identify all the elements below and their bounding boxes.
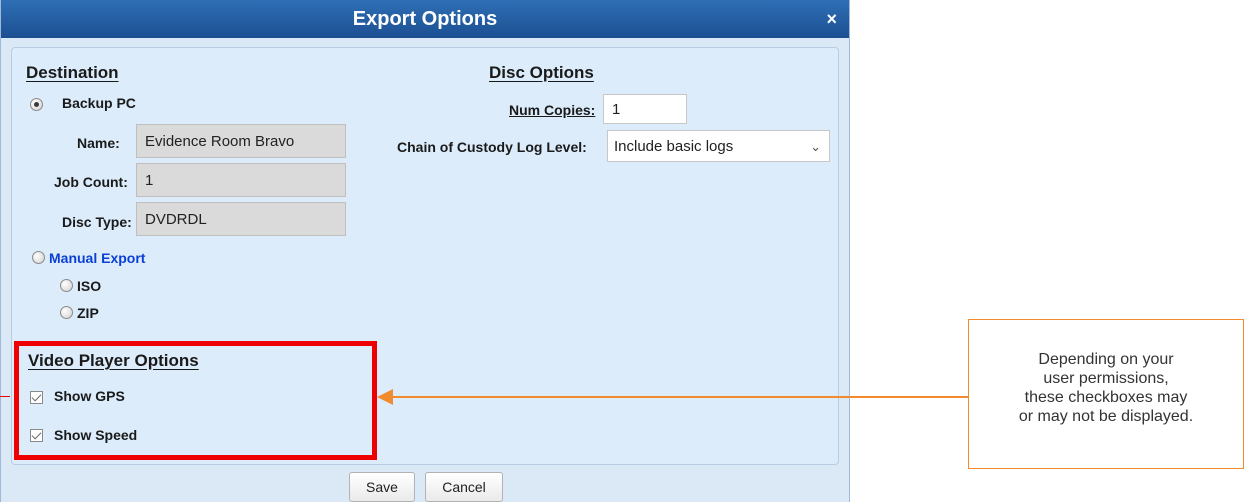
job-count-field: 1 [136,163,346,197]
num-copies-label: Num Copies: [509,102,596,118]
export-options-dialog: Export Options × Destination Backup PC N… [0,0,850,502]
name-field: Evidence Room Bravo [136,124,346,158]
arrow-left-icon [377,389,393,405]
iso-label: ISO [77,278,102,294]
backup-pc-radio[interactable] [30,98,43,111]
job-count-label: Job Count: [54,174,128,190]
chevron-down-icon: ⌄ [810,139,821,154]
callout-line-3: these checkboxes may [1024,389,1188,406]
manual-export-label[interactable]: Manual Export [49,250,145,266]
dialog-title: Export Options [352,8,498,30]
cancel-button[interactable]: Cancel [425,472,503,502]
save-button[interactable]: Save [349,472,415,502]
dialog-titlebar: Export Options × [1,0,849,38]
custody-log-select[interactable]: Include basic logs ⌄ [607,130,830,162]
num-copies-input[interactable]: 1 [603,94,687,124]
disc-options-heading: Disc Options [489,63,594,82]
callout-line-2: user permissions, [1043,370,1169,387]
callout-arrow-line [392,396,968,398]
callout-box: Depending on your user permissions, thes… [968,319,1244,469]
zip-label: ZIP [77,305,99,321]
custody-log-label: Chain of Custody Log Level: [397,139,587,155]
close-icon[interactable]: × [826,8,837,30]
callout-line-1: Depending on your [1038,351,1174,368]
name-label: Name: [77,135,120,151]
custody-log-value: Include basic logs [614,138,734,155]
iso-radio[interactable] [60,279,73,292]
disc-type-label: Disc Type: [62,214,132,230]
destination-heading: Destination [26,63,119,82]
manual-export-radio[interactable] [32,251,45,264]
callout-text: Depending on your user permissions, thes… [969,350,1243,426]
backup-pc-label: Backup PC [62,95,136,111]
edge-marker [0,396,10,397]
zip-radio[interactable] [60,306,73,319]
callout-line-4: or may not be displayed. [1018,408,1194,425]
disc-type-field: DVDRDL [136,202,346,236]
highlight-box [14,341,377,460]
